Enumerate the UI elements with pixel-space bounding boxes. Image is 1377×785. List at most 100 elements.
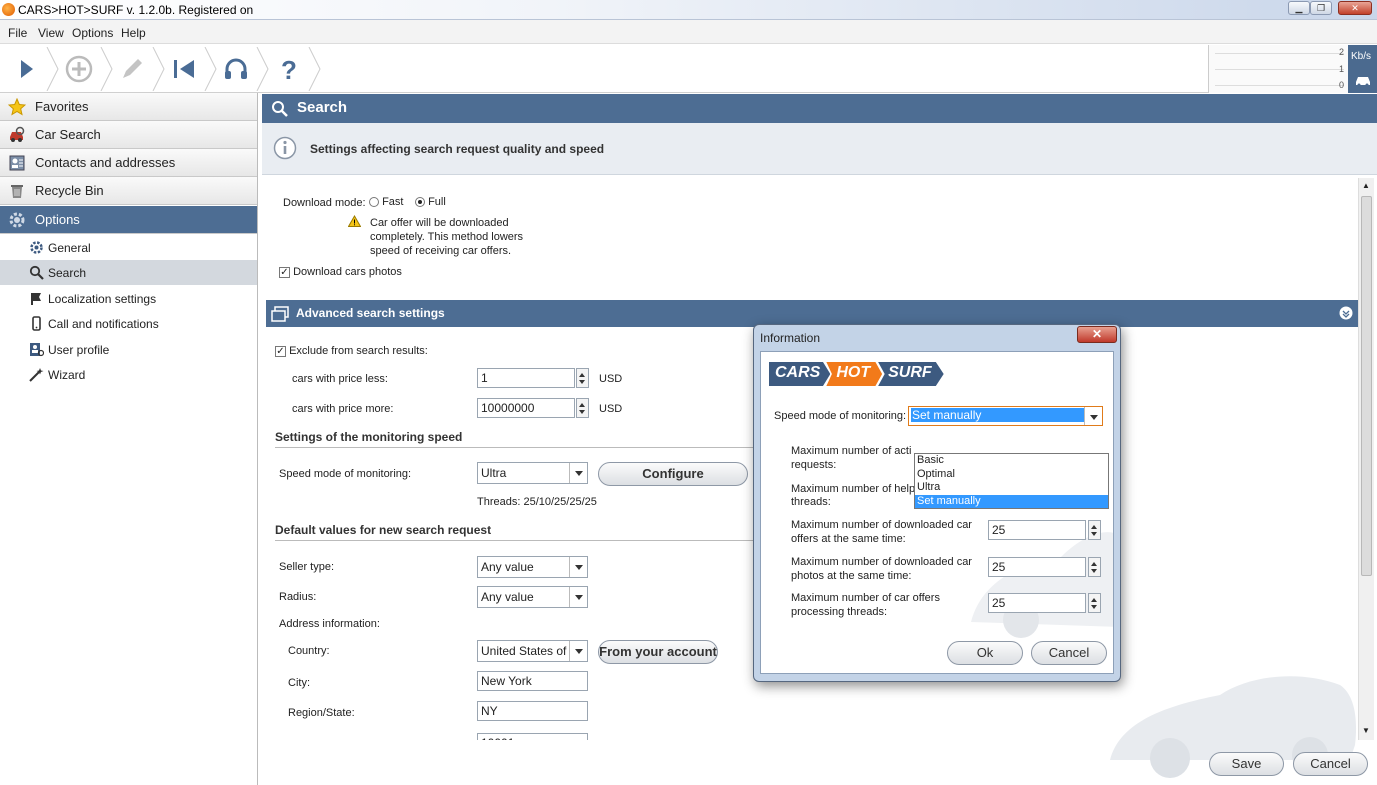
radio-full[interactable] xyxy=(415,197,425,208)
sidebar-item-label: Favorites xyxy=(35,99,89,114)
help-button[interactable]: ? xyxy=(262,45,314,93)
dropdown-option-optimal[interactable]: Optimal xyxy=(915,468,1108,482)
sidebar-sub-wizard[interactable]: Wizard xyxy=(0,362,257,387)
sidebar-item-label: Car Search xyxy=(35,127,101,142)
play-icon xyxy=(21,60,33,78)
dialog-row-label: Maximum number of downloaded car xyxy=(791,556,972,568)
support-button[interactable] xyxy=(210,45,262,93)
download-mode-fast[interactable]: Fast xyxy=(369,196,403,208)
sidebar-item-options[interactable]: Options xyxy=(0,206,257,234)
skip-back-icon xyxy=(174,60,194,78)
price-more-input[interactable]: 10000000 xyxy=(477,398,575,418)
dialog-close-button[interactable]: ✕ xyxy=(1077,326,1117,343)
cancel-button[interactable]: Cancel xyxy=(1293,752,1368,776)
speed-mode-select[interactable]: Ultra xyxy=(477,462,588,484)
menu-options[interactable]: Options xyxy=(72,26,113,40)
logo-surf: SURF xyxy=(878,362,944,386)
photos-at-once-input[interactable]: 25 xyxy=(988,557,1086,577)
section-divider xyxy=(275,447,755,448)
advanced-settings-header[interactable]: Advanced search settings xyxy=(266,300,1358,327)
sidebar-sub-localization[interactable]: Localization settings xyxy=(0,286,257,311)
dialog-cancel-button[interactable]: Cancel xyxy=(1031,641,1107,665)
dialog-row-label: photos at the same time: xyxy=(791,570,912,582)
back-to-start-button[interactable] xyxy=(158,45,210,93)
sidebar-sub-call-notifications[interactable]: Call and notifications xyxy=(0,311,257,336)
sidebar-sub-label: Localization settings xyxy=(48,292,157,306)
sidebar-sub-general[interactable]: General xyxy=(0,235,257,260)
download-note-line: completely. This method lowers xyxy=(370,231,524,243)
price-more-spinner[interactable] xyxy=(576,398,589,418)
zip-input[interactable]: 10001 xyxy=(477,733,588,740)
from-account-button[interactable]: From your account xyxy=(598,640,718,664)
seller-type-select[interactable]: Any value xyxy=(477,556,588,578)
radio-fast[interactable] xyxy=(369,197,379,208)
dropdown-option-set-manually[interactable]: Set manually xyxy=(915,494,1108,508)
city-label: City: xyxy=(288,677,310,689)
offers-at-once-input[interactable]: 25 xyxy=(988,520,1086,540)
download-note-line: Car offer will be downloaded xyxy=(370,217,509,229)
photos-at-once-spinner[interactable] xyxy=(1088,557,1101,577)
add-button[interactable] xyxy=(53,45,105,93)
sidebar-item-label: Contacts and addresses xyxy=(35,155,176,170)
minimize-button[interactable]: ▁ xyxy=(1288,1,1310,15)
city-input[interactable]: New York xyxy=(477,671,588,691)
scrollbar-thumb[interactable] xyxy=(1361,196,1372,576)
sidebar-item-favorites[interactable]: Favorites xyxy=(0,93,257,121)
menu-file[interactable]: File xyxy=(8,26,27,40)
start-button[interactable] xyxy=(0,45,52,93)
warning-icon xyxy=(348,215,361,227)
close-window-button[interactable]: ✕ xyxy=(1338,1,1372,15)
edit-button[interactable] xyxy=(106,45,158,93)
radius-select[interactable]: Any value xyxy=(477,586,588,608)
processing-threads-spinner[interactable] xyxy=(1088,593,1101,613)
question-icon: ? xyxy=(281,55,297,83)
radius-label: Radius: xyxy=(279,591,317,603)
section-divider xyxy=(275,540,755,541)
dropdown-option-basic[interactable]: Basic xyxy=(915,454,1108,468)
menu-bar: File View Options Help xyxy=(0,20,1377,44)
dialog-row-label: Maximum number of acti xyxy=(791,445,912,457)
seller-type-value: Any value xyxy=(481,560,534,574)
sidebar-item-contacts[interactable]: Contacts and addresses xyxy=(0,149,257,177)
collapse-icon[interactable] xyxy=(1339,306,1353,320)
dialog-speed-select[interactable]: Set manually xyxy=(908,406,1103,426)
download-photos-checkbox[interactable]: ✓ Download cars photos xyxy=(279,266,402,278)
configure-button[interactable]: Configure xyxy=(598,462,748,486)
processing-threads-input[interactable]: 25 xyxy=(988,593,1086,613)
price-less-input[interactable]: 1 xyxy=(477,368,575,388)
menu-view[interactable]: View xyxy=(38,26,64,40)
sidebar-sub-user-profile[interactable]: User profile xyxy=(0,337,257,362)
save-button[interactable]: Save xyxy=(1209,752,1284,776)
price-less-spinner[interactable] xyxy=(576,368,589,388)
content-scrollbar[interactable]: ▲ ▼ xyxy=(1358,178,1374,740)
scroll-up-arrow[interactable]: ▲ xyxy=(1362,181,1370,190)
speed-mode-dropdown-list: Basic Optimal Ultra Set manually xyxy=(914,453,1109,509)
logo-cars: CARS xyxy=(769,362,831,386)
sidebar-item-recycle-bin[interactable]: Recycle Bin xyxy=(0,177,257,205)
offers-at-once-spinner[interactable] xyxy=(1088,520,1101,540)
sidebar-item-car-search[interactable]: Car Search xyxy=(0,121,257,149)
region-input[interactable]: NY xyxy=(477,701,588,721)
download-mode-full[interactable]: Full xyxy=(415,196,446,208)
country-select[interactable]: United States of Am xyxy=(477,640,588,662)
scroll-down-arrow[interactable]: ▼ xyxy=(1362,726,1370,735)
defaults-section-title: Default values for new search request xyxy=(275,523,492,537)
gear-icon xyxy=(30,241,43,254)
dialog-row-label: requests: xyxy=(791,459,837,471)
cars-hot-surf-logo: CARS HOT SURF xyxy=(769,362,944,386)
menu-help[interactable]: Help xyxy=(121,26,146,40)
speed-unit-label: Kb/s xyxy=(1351,51,1372,62)
dialog-row-label: offers at the same time: xyxy=(791,533,906,545)
dropdown-option-ultra[interactable]: Ultra xyxy=(915,481,1108,495)
car-icon[interactable] xyxy=(1354,73,1372,87)
user-profile-icon xyxy=(30,343,44,357)
maximize-button[interactable]: ❐ xyxy=(1310,1,1332,15)
exclude-checkbox[interactable]: ✓ Exclude from search results: xyxy=(275,345,428,357)
dialog-speed-label: Speed mode of monitoring: xyxy=(774,410,907,422)
search-icon xyxy=(29,265,44,280)
information-dialog: Information ✕ CARS HOT SURF Speed mode o… xyxy=(753,324,1121,682)
price-less-unit: USD xyxy=(599,373,623,385)
dialog-ok-button[interactable]: Ok xyxy=(947,641,1023,665)
monitoring-section-title: Settings of the monitoring speed xyxy=(275,430,463,444)
sidebar-sub-search[interactable]: Search xyxy=(0,260,257,285)
